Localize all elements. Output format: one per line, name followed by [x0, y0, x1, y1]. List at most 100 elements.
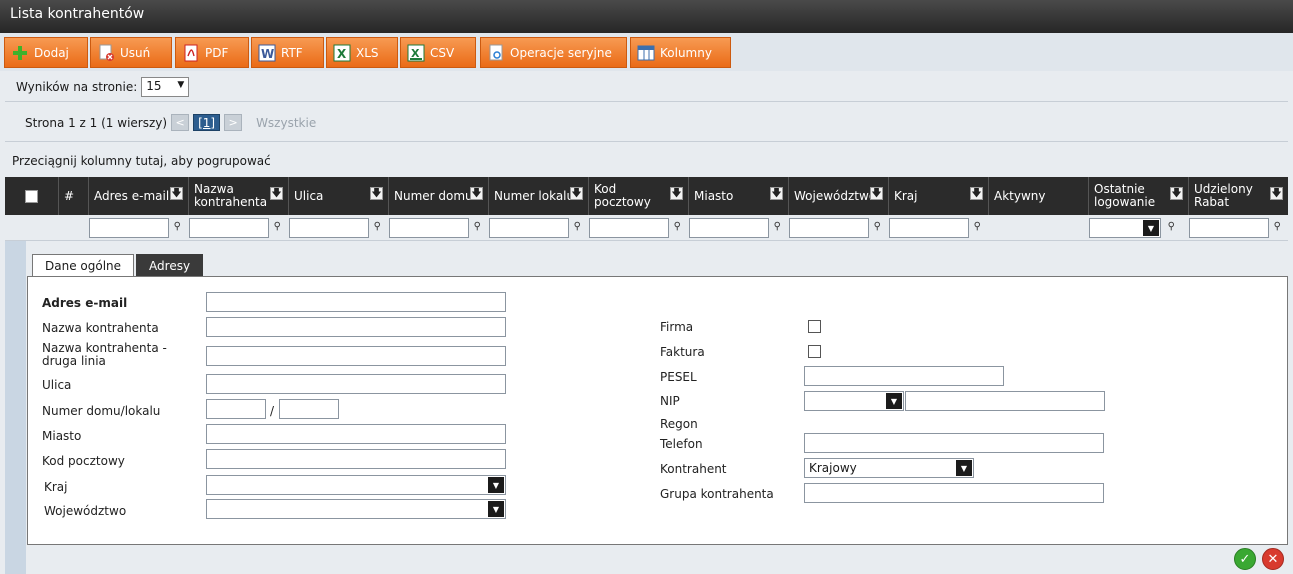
- nip-label: NIP: [660, 394, 680, 408]
- tab-general[interactable]: Dane ogólne: [32, 254, 135, 277]
- flat-number-field[interactable]: [279, 399, 339, 419]
- columns-icon: [637, 44, 655, 62]
- province-select[interactable]: ▼: [206, 499, 506, 519]
- group-field[interactable]: [804, 483, 1104, 503]
- detail-tabs: Dane ogólne Adresy: [32, 254, 205, 277]
- filter-icon[interactable]: ⚲: [274, 221, 281, 232]
- filter-menu-icon[interactable]: 🡇: [470, 187, 483, 200]
- filter-icon[interactable]: ⚲: [1274, 221, 1281, 232]
- filter-menu-icon[interactable]: 🡇: [170, 187, 183, 200]
- filter-menu-icon[interactable]: 🡇: [1270, 187, 1283, 200]
- phone-label: Telefon: [660, 437, 703, 451]
- contractor-type-select[interactable]: Krajowy ▼: [804, 458, 974, 478]
- excel-icon: X: [333, 44, 351, 62]
- filter-menu-icon[interactable]: 🡇: [770, 187, 783, 200]
- street-field[interactable]: [206, 374, 506, 394]
- nip-prefix-select[interactable]: ▼: [804, 391, 904, 411]
- filter-menu-icon[interactable]: 🡇: [570, 187, 583, 200]
- filter-input[interactable]: [1189, 218, 1269, 238]
- filter-input[interactable]: [589, 218, 669, 238]
- filter-icon[interactable]: ⚲: [1168, 221, 1175, 232]
- col-house[interactable]: Numer domu 🡇: [388, 177, 488, 215]
- filter-input[interactable]: [89, 218, 169, 238]
- filter-input[interactable]: [789, 218, 869, 238]
- filter-menu-icon[interactable]: 🡇: [870, 187, 883, 200]
- cancel-icon[interactable]: ✕: [1262, 548, 1284, 570]
- results-per-page-select[interactable]: 15 ▼: [141, 77, 190, 97]
- name2-field[interactable]: [206, 346, 506, 366]
- delete-button[interactable]: Usuń: [90, 37, 172, 68]
- window-title: Lista kontrahentów: [0, 0, 1293, 33]
- pdf-button[interactable]: PDF: [175, 37, 249, 68]
- select-all-checkbox[interactable]: [25, 189, 38, 203]
- filter-menu-icon[interactable]: 🡇: [370, 187, 383, 200]
- invoice-label: Faktura: [660, 345, 705, 359]
- current-page-link[interactable]: [1]: [193, 114, 221, 131]
- pdf-button-label: PDF: [205, 45, 229, 60]
- filter-menu-icon[interactable]: 🡇: [670, 187, 683, 200]
- nip-field[interactable]: [905, 391, 1105, 411]
- col-street[interactable]: Ulica 🡇: [288, 177, 388, 215]
- confirm-icon[interactable]: ✓: [1234, 548, 1256, 570]
- next-page-button[interactable]: >: [224, 114, 243, 131]
- filter-input[interactable]: [389, 218, 469, 238]
- svg-text:X: X: [337, 47, 347, 61]
- filter-icon[interactable]: ⚲: [674, 221, 681, 232]
- show-all-link[interactable]: Wszystkie: [256, 116, 316, 130]
- columns-button[interactable]: Kolumny: [630, 37, 731, 68]
- filter-input[interactable]: [289, 218, 369, 238]
- col-flat[interactable]: Numer lokalu 🡇: [488, 177, 588, 215]
- csv-button[interactable]: X CSV: [400, 37, 476, 68]
- group-by-area[interactable]: Przeciągnij kolumny tutaj, aby pogrupowa…: [12, 154, 271, 168]
- country-select[interactable]: ▼: [206, 475, 506, 495]
- filter-menu-icon[interactable]: 🡇: [1170, 187, 1183, 200]
- col-last-login[interactable]: Ostatnie logowanie 🡇: [1088, 177, 1188, 215]
- prev-page-button[interactable]: <: [171, 114, 190, 131]
- filter-icon[interactable]: ⚲: [974, 221, 981, 232]
- filter-icon[interactable]: ⚲: [474, 221, 481, 232]
- columns-button-label: Kolumny: [660, 45, 712, 60]
- filter-input[interactable]: [189, 218, 269, 238]
- email-label: Adres e-mail: [42, 296, 128, 310]
- filter-icon[interactable]: ⚲: [174, 221, 181, 232]
- col-email[interactable]: Adres e-mail 🡇: [88, 177, 188, 215]
- filter-icon[interactable]: ⚲: [874, 221, 881, 232]
- filter-menu-icon[interactable]: 🡇: [270, 187, 283, 200]
- filter-street: ⚲: [289, 218, 381, 238]
- invoice-checkbox[interactable]: [808, 345, 821, 358]
- filter-input[interactable]: [889, 218, 969, 238]
- filter-menu-icon[interactable]: 🡇: [970, 187, 983, 200]
- tab-addresses[interactable]: Adresy: [136, 254, 204, 277]
- pesel-field[interactable]: [804, 366, 1004, 386]
- city-field[interactable]: [206, 424, 506, 444]
- col-discount[interactable]: Udzielony Rabat 🡇: [1188, 177, 1288, 215]
- word-icon: W: [258, 44, 276, 62]
- rtf-button[interactable]: W RTF: [251, 37, 324, 68]
- col-zip[interactable]: Kod pocztowy 🡇: [588, 177, 688, 215]
- filter-input[interactable]: [689, 218, 769, 238]
- zip-field[interactable]: [206, 449, 506, 469]
- col-city[interactable]: Miasto 🡇: [688, 177, 788, 215]
- col-province[interactable]: Województwo 🡇: [788, 177, 888, 215]
- email-field[interactable]: [206, 292, 506, 312]
- house-number-field[interactable]: [206, 399, 266, 419]
- street-label: Ulica: [42, 378, 72, 392]
- company-checkbox[interactable]: [808, 320, 821, 333]
- filter-icon[interactable]: ⚲: [374, 221, 381, 232]
- filter-email: ⚲: [89, 218, 181, 238]
- bulk-operations-button-label: Operacje seryjne: [510, 45, 612, 60]
- filter-icon[interactable]: ⚲: [774, 221, 781, 232]
- filter-input[interactable]: [489, 218, 569, 238]
- col-active[interactable]: Aktywny: [988, 177, 1088, 215]
- filter-dropdown[interactable]: ▼: [1089, 218, 1161, 238]
- csv-icon: X: [407, 44, 425, 62]
- filter-icon[interactable]: ⚲: [574, 221, 581, 232]
- plus-icon: [11, 44, 29, 62]
- col-name[interactable]: Nazwa kontrahenta 🡇: [188, 177, 288, 215]
- bulk-operations-button[interactable]: Operacje seryjne: [480, 37, 627, 68]
- col-country[interactable]: Kraj 🡇: [888, 177, 988, 215]
- name-field[interactable]: [206, 317, 506, 337]
- xls-button[interactable]: X XLS: [326, 37, 398, 68]
- add-button[interactable]: Dodaj: [4, 37, 88, 68]
- phone-field[interactable]: [804, 433, 1104, 453]
